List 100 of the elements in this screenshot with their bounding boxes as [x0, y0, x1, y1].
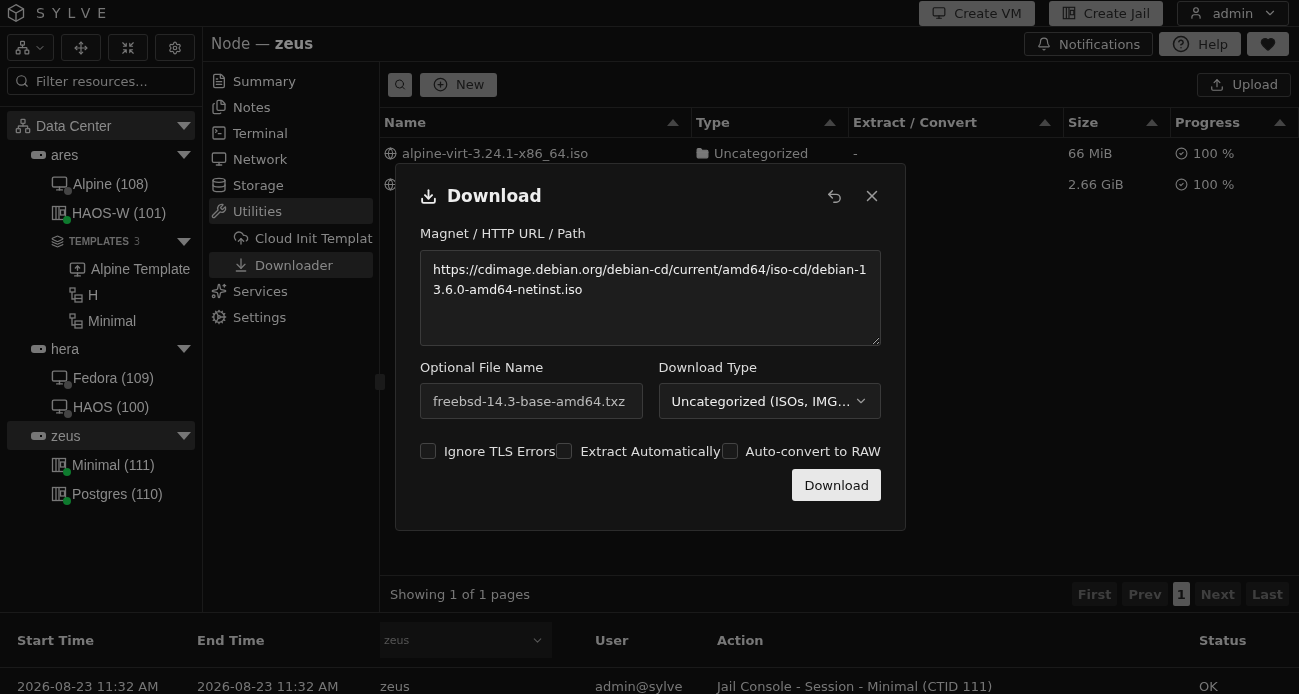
- column-header: Start Time: [17, 632, 96, 648]
- table-cell-text: zeus: [380, 679, 411, 694]
- nav-item[interactable]: Notes: [209, 94, 373, 120]
- dialog-title: Download: [447, 186, 542, 206]
- option-checkbox[interactable]: Auto-convert to RAW: [721, 443, 881, 459]
- sort-icon: [824, 119, 836, 126]
- column-header: Action: [717, 632, 765, 648]
- user-icon: [1188, 6, 1203, 20]
- tree-item[interactable]: hera: [7, 334, 195, 363]
- tree-item[interactable]: H: [7, 282, 195, 308]
- download-button[interactable]: Download: [792, 469, 881, 501]
- cube-logo-icon: [6, 3, 26, 23]
- globe-icon: [384, 178, 397, 191]
- url-input-field[interactable]: https://cdimage.debian.org/debian-cd/current/amd64/iso-cd/debian-13.6.0-amd64-netinst.iso: [420, 250, 881, 346]
- tree-item[interactable]: Alpine Template: [7, 256, 195, 282]
- tree-item[interactable]: Data Center: [7, 111, 195, 140]
- table-cell-text: Jail Console - Session - Minimal (CTID 111): [717, 679, 994, 694]
- nav-item[interactable]: Utilities: [209, 198, 373, 224]
- tree-item[interactable]: Alpine (108): [7, 169, 195, 198]
- tree-item[interactable]: HAOS-W (101): [7, 198, 195, 227]
- document-icon: [211, 73, 227, 89]
- filter-field[interactable]: Filter resources...: [7, 67, 195, 95]
- check-icon: [1175, 147, 1188, 160]
- download-type-select[interactable]: Uncategorized (ISOs, IMG…: [658, 383, 881, 419]
- tree-item[interactable]: ares: [7, 140, 195, 169]
- table-cell-text: admin@sylve: [595, 679, 684, 694]
- download-icon: [420, 187, 437, 205]
- progress-text: 100 %: [1193, 146, 1235, 161]
- cloud-upload-icon: [233, 230, 249, 246]
- checkbox[interactable]: [420, 443, 436, 459]
- nav-item[interactable]: Services: [209, 278, 373, 304]
- caret-icon[interactable]: [177, 237, 191, 246]
- checkbox[interactable]: [556, 443, 573, 459]
- caret-icon[interactable]: [177, 121, 191, 130]
- notifications-button[interactable]: Notifications: [1024, 32, 1154, 56]
- collapse-icon: [121, 40, 135, 55]
- file-name: alpine-virt-3.24.1-x86_64.iso: [402, 146, 589, 161]
- checkbox[interactable]: [721, 443, 738, 459]
- settings-icon: [211, 309, 227, 325]
- jail-icon: [51, 485, 67, 502]
- plus-icon: [433, 77, 448, 92]
- search-icon: [394, 77, 406, 92]
- template-icon: [69, 287, 83, 303]
- tree-item[interactable]: Minimal (111): [7, 450, 195, 479]
- option-checkbox[interactable]: Ignore TLS Errors: [420, 443, 556, 459]
- expand-button[interactable]: [61, 34, 101, 61]
- column-header[interactable]: Size: [1064, 108, 1171, 137]
- app-name: SYLVE: [36, 5, 114, 21]
- upload-button[interactable]: Upload: [1197, 72, 1291, 97]
- tree-item[interactable]: Minimal: [7, 308, 195, 334]
- file-type: Uncategorized: [714, 146, 809, 161]
- tree-item[interactable]: Fedora (109): [7, 363, 195, 392]
- nav-item[interactable]: Summary: [209, 68, 373, 94]
- nav-item[interactable]: Terminal: [209, 120, 373, 146]
- tree-item[interactable]: zeus: [7, 421, 195, 450]
- bell-icon: [1037, 37, 1051, 51]
- user-menu-button[interactable]: admin: [1177, 0, 1289, 26]
- search-button[interactable]: [388, 72, 412, 97]
- nav-item[interactable]: Cloud Init Templat: [209, 224, 373, 252]
- column-header[interactable]: Extract / Convert: [849, 108, 1064, 137]
- reset-button[interactable]: [826, 187, 843, 205]
- tree-item[interactable]: Postgres (110): [7, 479, 195, 508]
- sort-icon: [1039, 119, 1051, 126]
- column-header[interactable]: Type: [692, 108, 849, 137]
- caret-icon[interactable]: [177, 150, 191, 159]
- jail-icon: [1061, 6, 1076, 20]
- collapse-button[interactable]: [108, 34, 148, 61]
- option-checkbox[interactable]: Extract Automatically: [556, 443, 721, 459]
- upload-icon: [1210, 77, 1225, 92]
- page-summary: Showing 1 of 1 pages: [390, 586, 531, 602]
- folder-icon: [696, 147, 709, 160]
- item-count: 3: [133, 236, 141, 247]
- file-size: 66 MiB: [1068, 146, 1113, 161]
- tools-icon: [211, 203, 227, 219]
- caret-icon[interactable]: [177, 344, 191, 353]
- heart-button[interactable]: [1247, 32, 1289, 56]
- globe-icon: [384, 147, 397, 160]
- check-icon: [1175, 178, 1188, 191]
- nav-item[interactable]: Downloader: [209, 252, 373, 278]
- field-label: Optional File Name: [420, 360, 545, 375]
- caret-icon[interactable]: [177, 431, 191, 440]
- nav-item[interactable]: Storage: [209, 172, 373, 198]
- sort-icon: [667, 119, 679, 126]
- tree-item[interactable]: HAOS (100): [7, 392, 195, 421]
- terminal-icon: [211, 125, 227, 141]
- table-cell-text: OK: [1199, 679, 1219, 694]
- file-name-field[interactable]: freebsd-14.3-base-amd64.txz: [420, 383, 643, 419]
- tree-item[interactable]: TEMPLATES 3: [7, 227, 195, 256]
- table-cell-text: 2026-08-23 11:32 AM: [197, 679, 340, 694]
- nav-item[interactable]: Network: [209, 146, 373, 172]
- documents-icon: [211, 99, 227, 115]
- server-icon: [31, 344, 46, 353]
- column-header: End Time: [197, 632, 266, 648]
- settings-button[interactable]: [155, 34, 195, 61]
- column-header[interactable]: Name: [380, 108, 692, 137]
- heart-icon: [1260, 36, 1276, 52]
- column-header[interactable]: Progress: [1171, 108, 1299, 137]
- view-mode-button[interactable]: [7, 34, 54, 61]
- hierarchy-icon: [15, 40, 30, 55]
- nav-item[interactable]: Settings: [209, 304, 373, 330]
